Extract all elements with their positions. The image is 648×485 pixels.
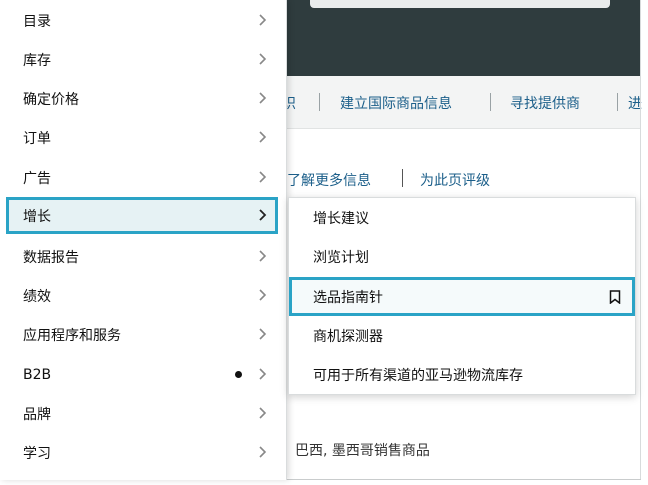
growth-submenu: 增长建议 浏览计划 选品指南针 商机探测器 可用于所有渠道的亚马逊物流库存 [288,197,636,395]
menu-item-label: 品牌 [23,406,51,423]
submenu-item-label: 增长建议 [313,211,369,227]
page-snippet: 巴西, 墨西哥销售商品 [295,443,430,459]
menu-item-label: 数据报告 [23,249,79,266]
notification-dot-icon [235,371,242,378]
chevron-right-icon [259,92,267,104]
menu-item-label: 库存 [23,52,51,69]
chevron-right-icon [259,131,267,143]
chevron-right-icon [259,289,267,301]
search-bar-stub[interactable] [310,0,610,8]
menu-item-performance[interactable]: 绩效 [6,277,278,314]
menu-item-label: 绩效 [23,288,51,305]
submenu-item-label: 商机探测器 [313,329,383,345]
chevron-right-icon [259,446,267,458]
menu-item-label: 确定价格 [23,91,79,108]
submenu-item-browse-plan[interactable]: 浏览计划 [289,237,635,276]
menu-item-label: 订单 [23,130,51,147]
help-separator [402,169,403,187]
menu-item-growth[interactable]: 增长 [6,197,278,234]
menu-item-orders[interactable]: 订单 [6,119,278,156]
menu-item-learn[interactable]: 学习 [6,434,278,471]
bookmark-icon[interactable] [609,290,621,304]
chevron-right-icon [259,368,267,380]
nav-link-international-listings[interactable]: 建立国际商品信息 [340,93,452,113]
menu-item-reports[interactable]: 数据报告 [6,238,278,275]
chevron-right-icon [259,209,267,221]
submenu-item-label: 浏览计划 [313,250,369,266]
menu-item-inventory[interactable]: 库存 [6,41,278,78]
menu-item-label: 广告 [23,170,51,187]
learn-more-link[interactable]: 了解更多信息 [287,170,371,190]
menu-item-pricing[interactable]: 确定价格 [6,80,278,117]
main-nav-menu: 目录 库存 确定价格 订单 广告 增长 数据报告 绩效 应用程序和服务 B2B … [0,0,287,480]
menu-item-b2b[interactable]: B2B [6,356,278,393]
menu-item-apps-services[interactable]: 应用程序和服务 [6,316,278,353]
submenu-item-multichannel-fba[interactable]: 可用于所有渠道的亚马逊物流库存 [289,355,635,394]
chevron-right-icon [259,53,267,65]
menu-item-label: 学习 [23,445,51,462]
menu-item-advertising[interactable]: 广告 [6,159,278,196]
divider [640,0,641,480]
menu-item-label: 增长 [23,208,51,225]
chevron-right-icon [259,250,267,262]
submenu-item-label: 可用于所有渠道的亚马逊物流库存 [313,368,523,384]
top-bar [280,0,641,76]
menu-item-label: B2B [23,366,52,383]
nav-separator [617,93,618,111]
chevron-right-icon [259,14,267,26]
menu-item-label: 目录 [23,13,51,30]
secondary-nav: 识 建立国际商品信息 寻找提供商 进 [280,76,642,129]
submenu-item-product-compass[interactable]: 选品指南针 [289,277,635,316]
menu-item-label: 应用程序和服务 [23,327,121,344]
nav-link-find-provider[interactable]: 寻找提供商 [510,93,580,113]
chevron-right-icon [259,328,267,340]
rate-page-link[interactable]: 为此页评级 [420,170,490,190]
chevron-right-icon [259,407,267,419]
nav-separator [319,93,320,111]
submenu-item-growth-suggestions[interactable]: 增长建议 [289,198,635,237]
menu-item-brands[interactable]: 品牌 [6,395,278,432]
chevron-right-icon [259,171,267,183]
menu-item-catalog[interactable]: 目录 [6,2,278,39]
nav-separator [490,93,491,111]
submenu-item-opportunity-explorer[interactable]: 商机探测器 [289,316,635,355]
submenu-item-label: 选品指南针 [313,290,383,306]
